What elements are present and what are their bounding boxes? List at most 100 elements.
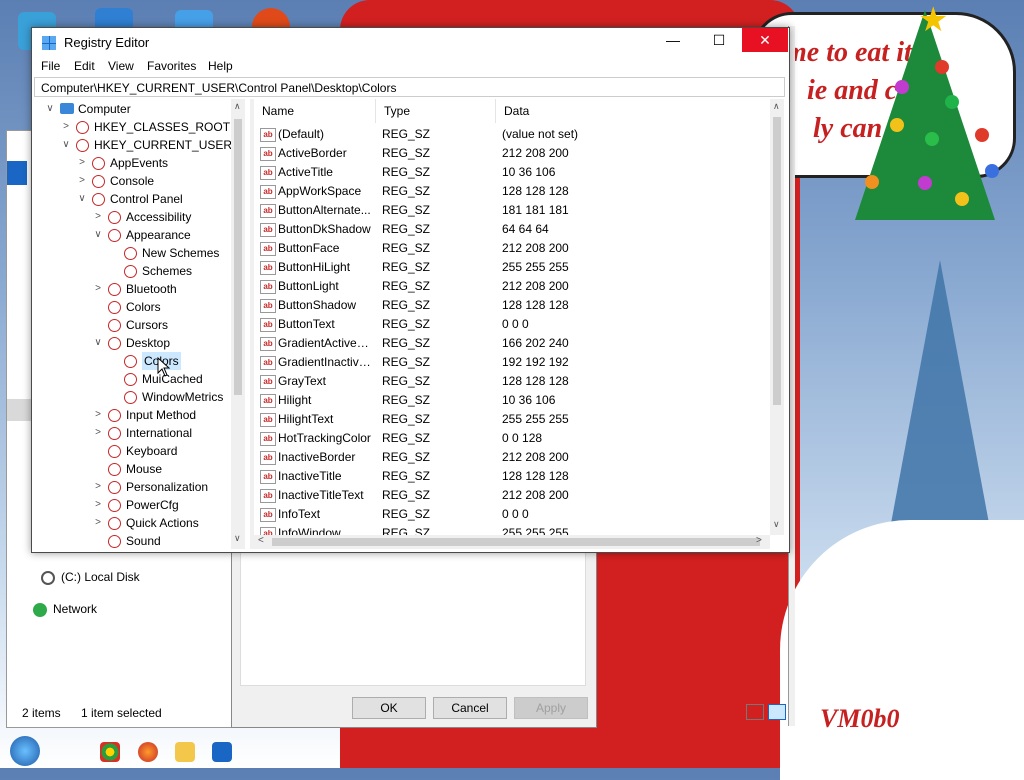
tree-node[interactable]: Sound <box>34 532 230 549</box>
tree-scrollbar[interactable]: ∧ ∨ <box>231 99 245 549</box>
ornament-icon <box>975 128 989 142</box>
value-row[interactable]: ab Hilight REG_SZ 10 36 106 <box>254 391 768 410</box>
expand-chevron-icon[interactable]: > <box>92 514 104 532</box>
expand-chevron-icon[interactable]: > <box>92 208 104 226</box>
cancel-button[interactable]: Cancel <box>433 697 507 719</box>
value-row[interactable]: ab ButtonShadow REG_SZ 128 128 128 <box>254 296 768 315</box>
value-row[interactable]: ab InactiveBorder REG_SZ 212 208 200 <box>254 448 768 467</box>
tree-scroll-thumb[interactable] <box>234 119 242 395</box>
value-row[interactable]: ab (Default) REG_SZ (value not set) <box>254 125 768 144</box>
tree-node[interactable]: Colors <box>34 352 230 370</box>
tree-node[interactable]: ∨ Appearance <box>34 226 230 244</box>
details-view-icon[interactable] <box>746 704 764 720</box>
scroll-up-icon[interactable]: ∧ <box>234 101 241 112</box>
tree-node[interactable]: > Accessibility <box>34 208 230 226</box>
tree-node[interactable]: MuiCached <box>34 370 230 388</box>
menu-help[interactable]: Help <box>208 59 233 73</box>
value-row[interactable]: ab GrayText REG_SZ 128 128 128 <box>254 372 768 391</box>
tree-node[interactable]: > Bluetooth <box>34 280 230 298</box>
value-name: ButtonLight <box>278 279 339 293</box>
tree-node[interactable]: Cursors <box>34 316 230 334</box>
scroll-down-icon[interactable]: ∨ <box>234 533 241 544</box>
value-row[interactable]: ab GradientInactive... REG_SZ 192 192 192 <box>254 353 768 372</box>
expand-chevron-icon[interactable]: > <box>76 154 88 172</box>
expand-chevron-icon[interactable]: > <box>92 280 104 298</box>
chrome-icon[interactable] <box>100 742 120 762</box>
title-bar[interactable]: Registry Editor — ☐ ✕ <box>32 28 789 56</box>
ok-button[interactable]: OK <box>352 697 426 719</box>
scroll-down-icon[interactable]: ∨ <box>773 519 780 530</box>
expand-chevron-icon[interactable]: > <box>76 172 88 190</box>
tree-node[interactable]: > Input Method <box>34 406 230 424</box>
tree-node[interactable]: > Console <box>34 172 230 190</box>
value-row[interactable]: ab ActiveBorder REG_SZ 212 208 200 <box>254 144 768 163</box>
tree-node[interactable]: ∨ Desktop <box>34 334 230 352</box>
start-button-icon[interactable] <box>10 736 40 766</box>
value-row[interactable]: ab InactiveTitle REG_SZ 128 128 128 <box>254 467 768 486</box>
value-row[interactable]: ab InfoText REG_SZ 0 0 0 <box>254 505 768 524</box>
value-row[interactable]: ab InactiveTitleText REG_SZ 212 208 200 <box>254 486 768 505</box>
column-header-type[interactable]: Type <box>376 99 496 123</box>
value-row[interactable]: ab AppWorkSpace REG_SZ 128 128 128 <box>254 182 768 201</box>
scroll-right-icon[interactable]: > <box>756 535 762 546</box>
expand-chevron-icon[interactable]: > <box>92 424 104 442</box>
tree-node[interactable]: Schemes <box>34 262 230 280</box>
tree-node[interactable]: > Quick Actions <box>34 514 230 532</box>
maximize-button[interactable]: ☐ <box>696 28 742 52</box>
value-row[interactable]: ab HotTrackingColor REG_SZ 0 0 128 <box>254 429 768 448</box>
network-item[interactable]: Network <box>53 602 97 616</box>
menu-favorites[interactable]: Favorites <box>147 59 196 73</box>
expand-chevron-icon[interactable]: > <box>92 478 104 496</box>
minimize-button[interactable]: — <box>650 28 696 52</box>
expand-chevron-icon[interactable]: > <box>60 118 72 136</box>
tree-node[interactable]: ∨ Computer <box>34 100 230 118</box>
value-row[interactable]: ab ButtonText REG_SZ 0 0 0 <box>254 315 768 334</box>
collapse-chevron-icon[interactable]: ∨ <box>76 190 88 208</box>
column-header-data[interactable]: Data <box>496 99 768 123</box>
close-button[interactable]: ✕ <box>742 28 788 52</box>
tree-node[interactable]: > PowerCfg <box>34 496 230 514</box>
column-header-name[interactable]: Name <box>254 99 376 123</box>
tree-node[interactable]: ∨ HKEY_CURRENT_USER <box>34 136 232 154</box>
value-row[interactable]: ab ActiveTitle REG_SZ 10 36 106 <box>254 163 768 182</box>
collapse-chevron-icon[interactable]: ∨ <box>44 100 56 118</box>
expand-chevron-icon[interactable]: > <box>92 496 104 514</box>
value-row[interactable]: ab GradientActiveTi... REG_SZ 166 202 240 <box>254 334 768 353</box>
value-row[interactable]: ab HilightText REG_SZ 255 255 255 <box>254 410 768 429</box>
values-scrollbar[interactable]: ∧ ∨ <box>770 99 784 535</box>
registry-editor-taskbar-icon[interactable] <box>212 742 232 762</box>
value-row[interactable]: ab ButtonFace REG_SZ 212 208 200 <box>254 239 768 258</box>
menu-view[interactable]: View <box>108 59 134 73</box>
large-icons-view-icon[interactable] <box>768 704 786 720</box>
folder-icon[interactable] <box>175 742 195 762</box>
collapse-chevron-icon[interactable]: ∨ <box>60 136 72 154</box>
tree-node[interactable]: > AppEvents <box>34 154 230 172</box>
address-bar[interactable]: Computer\HKEY_CURRENT_USER\Control Panel… <box>34 77 785 97</box>
tree-node[interactable]: WindowMetrics <box>34 388 230 406</box>
values-scroll-thumb[interactable] <box>773 117 781 405</box>
values-hscroll-thumb[interactable] <box>272 538 760 546</box>
tree-node[interactable]: Colors <box>34 298 230 316</box>
collapse-chevron-icon[interactable]: ∨ <box>92 334 104 352</box>
firefox-icon[interactable] <box>138 742 158 762</box>
menu-file[interactable]: File <box>41 59 60 73</box>
tree-node[interactable]: New Schemes <box>34 244 230 262</box>
tree-node[interactable]: > HKEY_CLASSES_ROOT <box>34 118 230 136</box>
value-row[interactable]: ab ButtonDkShadow REG_SZ 64 64 64 <box>254 220 768 239</box>
value-row[interactable]: ab ButtonLight REG_SZ 212 208 200 <box>254 277 768 296</box>
tree-node[interactable]: > International <box>34 424 230 442</box>
values-hscrollbar[interactable]: < > <box>254 535 770 549</box>
tree-node[interactable]: > Personalization <box>34 478 230 496</box>
tree-node[interactable]: ∨ Control Panel <box>34 190 230 208</box>
scroll-left-icon[interactable]: < <box>258 535 264 546</box>
value-row[interactable]: ab ButtonHiLight REG_SZ 255 255 255 <box>254 258 768 277</box>
local-disk-item[interactable]: (C:) Local Disk <box>61 570 140 584</box>
menu-edit[interactable]: Edit <box>74 59 95 73</box>
expand-chevron-icon[interactable]: > <box>92 406 104 424</box>
scroll-up-icon[interactable]: ∧ <box>773 101 780 112</box>
apply-button[interactable]: Apply <box>514 697 588 719</box>
tree-node[interactable]: Mouse <box>34 460 230 478</box>
value-row[interactable]: ab ButtonAlternate... REG_SZ 181 181 181 <box>254 201 768 220</box>
collapse-chevron-icon[interactable]: ∨ <box>92 226 104 244</box>
tree-node[interactable]: Keyboard <box>34 442 230 460</box>
